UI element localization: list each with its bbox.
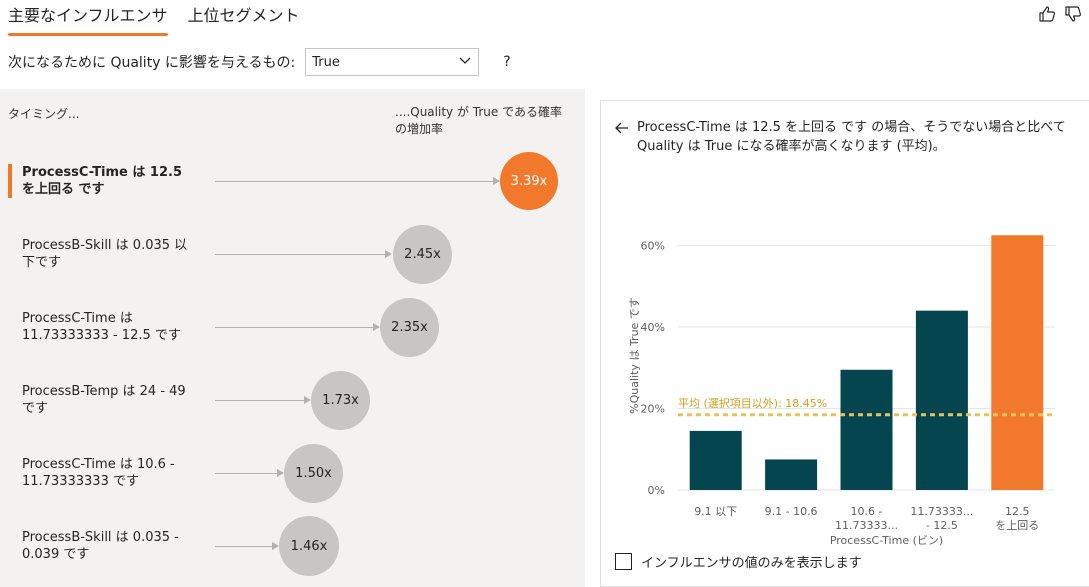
influence-bubble: 3.39x (500, 152, 558, 210)
x-axis-label: ProcessC-Time (ビン) (830, 534, 943, 546)
x-tick-label: を上回る (995, 519, 1039, 532)
influencer-row[interactable]: ProcessC-Time は 10.6 - 11.73333333 です 1.… (0, 441, 585, 505)
influencer-row[interactable]: ProcessC-Time は 11.73333333 - 12.5 です 2.… (0, 295, 585, 359)
y-tick-label: 60% (641, 239, 665, 252)
influencer-label: ProcessB-Skill は 0.035 以下です (22, 238, 188, 270)
y-tick-label: 20% (641, 402, 665, 415)
bar (991, 235, 1044, 490)
thumbs-up-icon[interactable] (1037, 4, 1057, 24)
x-tick-label: 10.6 - (851, 505, 883, 518)
arrow-icon (373, 323, 380, 331)
influence-bubble: 1.46x (279, 516, 339, 576)
y-tick-label: 40% (641, 321, 665, 334)
thumbs-down-icon[interactable] (1063, 4, 1083, 24)
connector-line (215, 473, 277, 474)
bar (915, 310, 968, 490)
feedback-icons (1037, 4, 1083, 24)
selection-indicator (8, 164, 12, 198)
influence-bubble: 2.45x (393, 225, 452, 284)
x-tick-label: 11.73333... (835, 519, 898, 532)
x-tick-label: 9.1 - 10.6 (765, 505, 818, 518)
influencer-row[interactable]: ProcessB-Skill は 0.035 - 0.039 です 1.46x (0, 514, 585, 578)
bar (765, 459, 818, 490)
column-header-increase: ....Quality が True である確率の増加率 (395, 105, 562, 136)
arrow-icon (493, 177, 500, 185)
connector-line (215, 327, 373, 328)
influencer-row[interactable]: ProcessB-Temp は 24 - 49 です 1.73x (0, 368, 585, 432)
y-axis-label: %Quality は True です (628, 297, 641, 414)
influencer-row[interactable]: ProcessB-Skill は 0.035 以下です 2.45x (0, 222, 585, 286)
target-value-dropdown[interactable]: True (305, 48, 480, 76)
tab-key-influencers[interactable]: 主要なインフルエンサ (8, 4, 168, 36)
chevron-down-icon (458, 53, 472, 71)
influencer-label: ProcessB-Skill は 0.035 - 0.039 です (22, 530, 179, 562)
connector-line (215, 546, 272, 547)
influencer-label: ProcessB-Temp は 24 - 49 です (22, 384, 186, 416)
help-icon[interactable]: ? (503, 54, 510, 70)
influence-bubble: 1.73x (311, 371, 370, 430)
tab-top-segments[interactable]: 上位セグメント (188, 4, 300, 36)
arrow-icon (277, 469, 284, 477)
x-tick-label: - 12.5 (926, 519, 958, 532)
connector-line (215, 400, 304, 401)
bar (840, 369, 893, 490)
prompt-label: 次になるために Quality に影響を与えるもの: (8, 55, 296, 71)
influence-bubble: 1.50x (284, 444, 343, 503)
arrow-icon (385, 250, 392, 258)
average-label: 平均 (選択項目以外): 18.45% (678, 396, 827, 410)
y-tick-label: 0% (648, 484, 665, 497)
checkbox[interactable] (615, 553, 632, 570)
influencers-list: タイミング... ....Quality が True である確率の増加率 Pr… (0, 89, 585, 587)
connector-line (215, 254, 385, 255)
influencer-detail-panel: ProcessC-Time は 12.5 を上回る です の場合、そうでない場合… (600, 100, 1089, 587)
x-tick-label: 11.73333... (910, 505, 973, 518)
influencer-label: ProcessC-Time は 12.5 を上回る です (22, 165, 183, 197)
column-header-factor: タイミング... (8, 107, 80, 121)
influence-bubble: 2.35x (380, 298, 439, 357)
show-influencer-values-toggle[interactable]: インフルエンサの値のみを表示します (615, 552, 862, 571)
influence-prompt: 次になるために Quality に影響を与えるもの: True ? (8, 47, 511, 77)
influencer-label: ProcessC-Time は 11.73333333 - 12.5 です (22, 311, 181, 343)
tab-bar: 主要なインフルエンサ 上位セグメント (8, 4, 300, 36)
influencer-label: ProcessC-Time は 10.6 - 11.73333333 です (22, 457, 175, 489)
x-tick-label: 9.1 以下 (694, 505, 737, 518)
connector-line (215, 181, 498, 182)
influence-bar-chart: 0% 20% 40% 60% %Quality は True です 9.1 以下 9.1 -… (628, 235, 1055, 546)
bar (689, 430, 742, 490)
influencer-row[interactable]: ProcessC-Time は 12.5 を上回る です 3.39x (0, 148, 585, 212)
arrow-icon (272, 542, 279, 550)
arrow-icon (304, 396, 311, 404)
x-tick-label: 12.5 (1005, 505, 1030, 518)
checkbox-label: インフルエンサの値のみを表示します (641, 556, 862, 571)
dropdown-value: True (312, 54, 340, 70)
